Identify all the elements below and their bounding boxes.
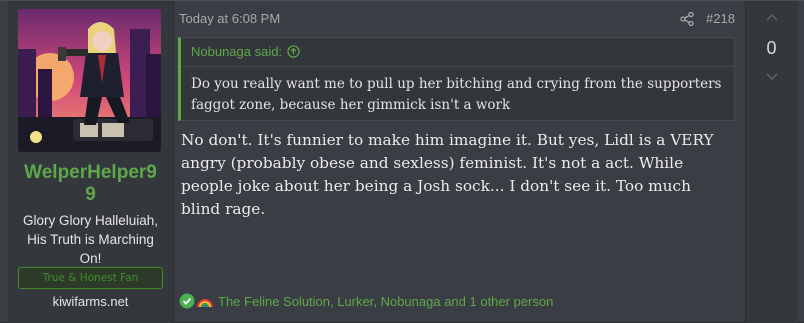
- chevron-down-icon[interactable]: [765, 72, 779, 82]
- post: WelperHelper99 Glory Glory Halleluiah, H…: [0, 0, 804, 323]
- avatar[interactable]: [18, 9, 161, 152]
- check-circle-icon: [179, 293, 195, 309]
- post-date[interactable]: Today at 6:08 PM: [179, 11, 280, 26]
- user-banner: True & Honest Fan: [18, 267, 163, 289]
- rainbow-icon: [197, 299, 213, 308]
- quote-text: Do you really want me to pull up her bit…: [191, 76, 722, 113]
- vote-column: 0: [745, 1, 797, 323]
- quote-divider: [181, 66, 734, 67]
- arrow-up-circle-icon[interactable]: [287, 45, 300, 58]
- reactions-bar[interactable]: The Feline Solution, Lurker, Nobunaga an…: [179, 293, 553, 309]
- post-number[interactable]: #218: [706, 11, 735, 26]
- chevron-up-icon[interactable]: [765, 12, 779, 22]
- vote-count: 0: [766, 38, 777, 58]
- user-title: Glory Glory Halleluiah, His Truth is Mar…: [22, 213, 159, 266]
- quote-attribution[interactable]: Nobunaga said:: [191, 44, 300, 59]
- post-body: No don't. It's funnier to make him imagi…: [181, 131, 714, 218]
- quote-block: Nobunaga said: Do you really want me to …: [178, 37, 735, 121]
- user-site: kiwifarms.net: [52, 294, 129, 309]
- user-column: WelperHelper99 Glory Glory Halleluiah, H…: [8, 1, 174, 323]
- share-icon[interactable]: [679, 11, 695, 27]
- reactions-text[interactable]: The Feline Solution, Lurker, Nobunaga an…: [218, 294, 553, 309]
- username[interactable]: WelperHelper99: [8, 162, 173, 206]
- quote-author[interactable]: Nobunaga said:: [191, 44, 282, 59]
